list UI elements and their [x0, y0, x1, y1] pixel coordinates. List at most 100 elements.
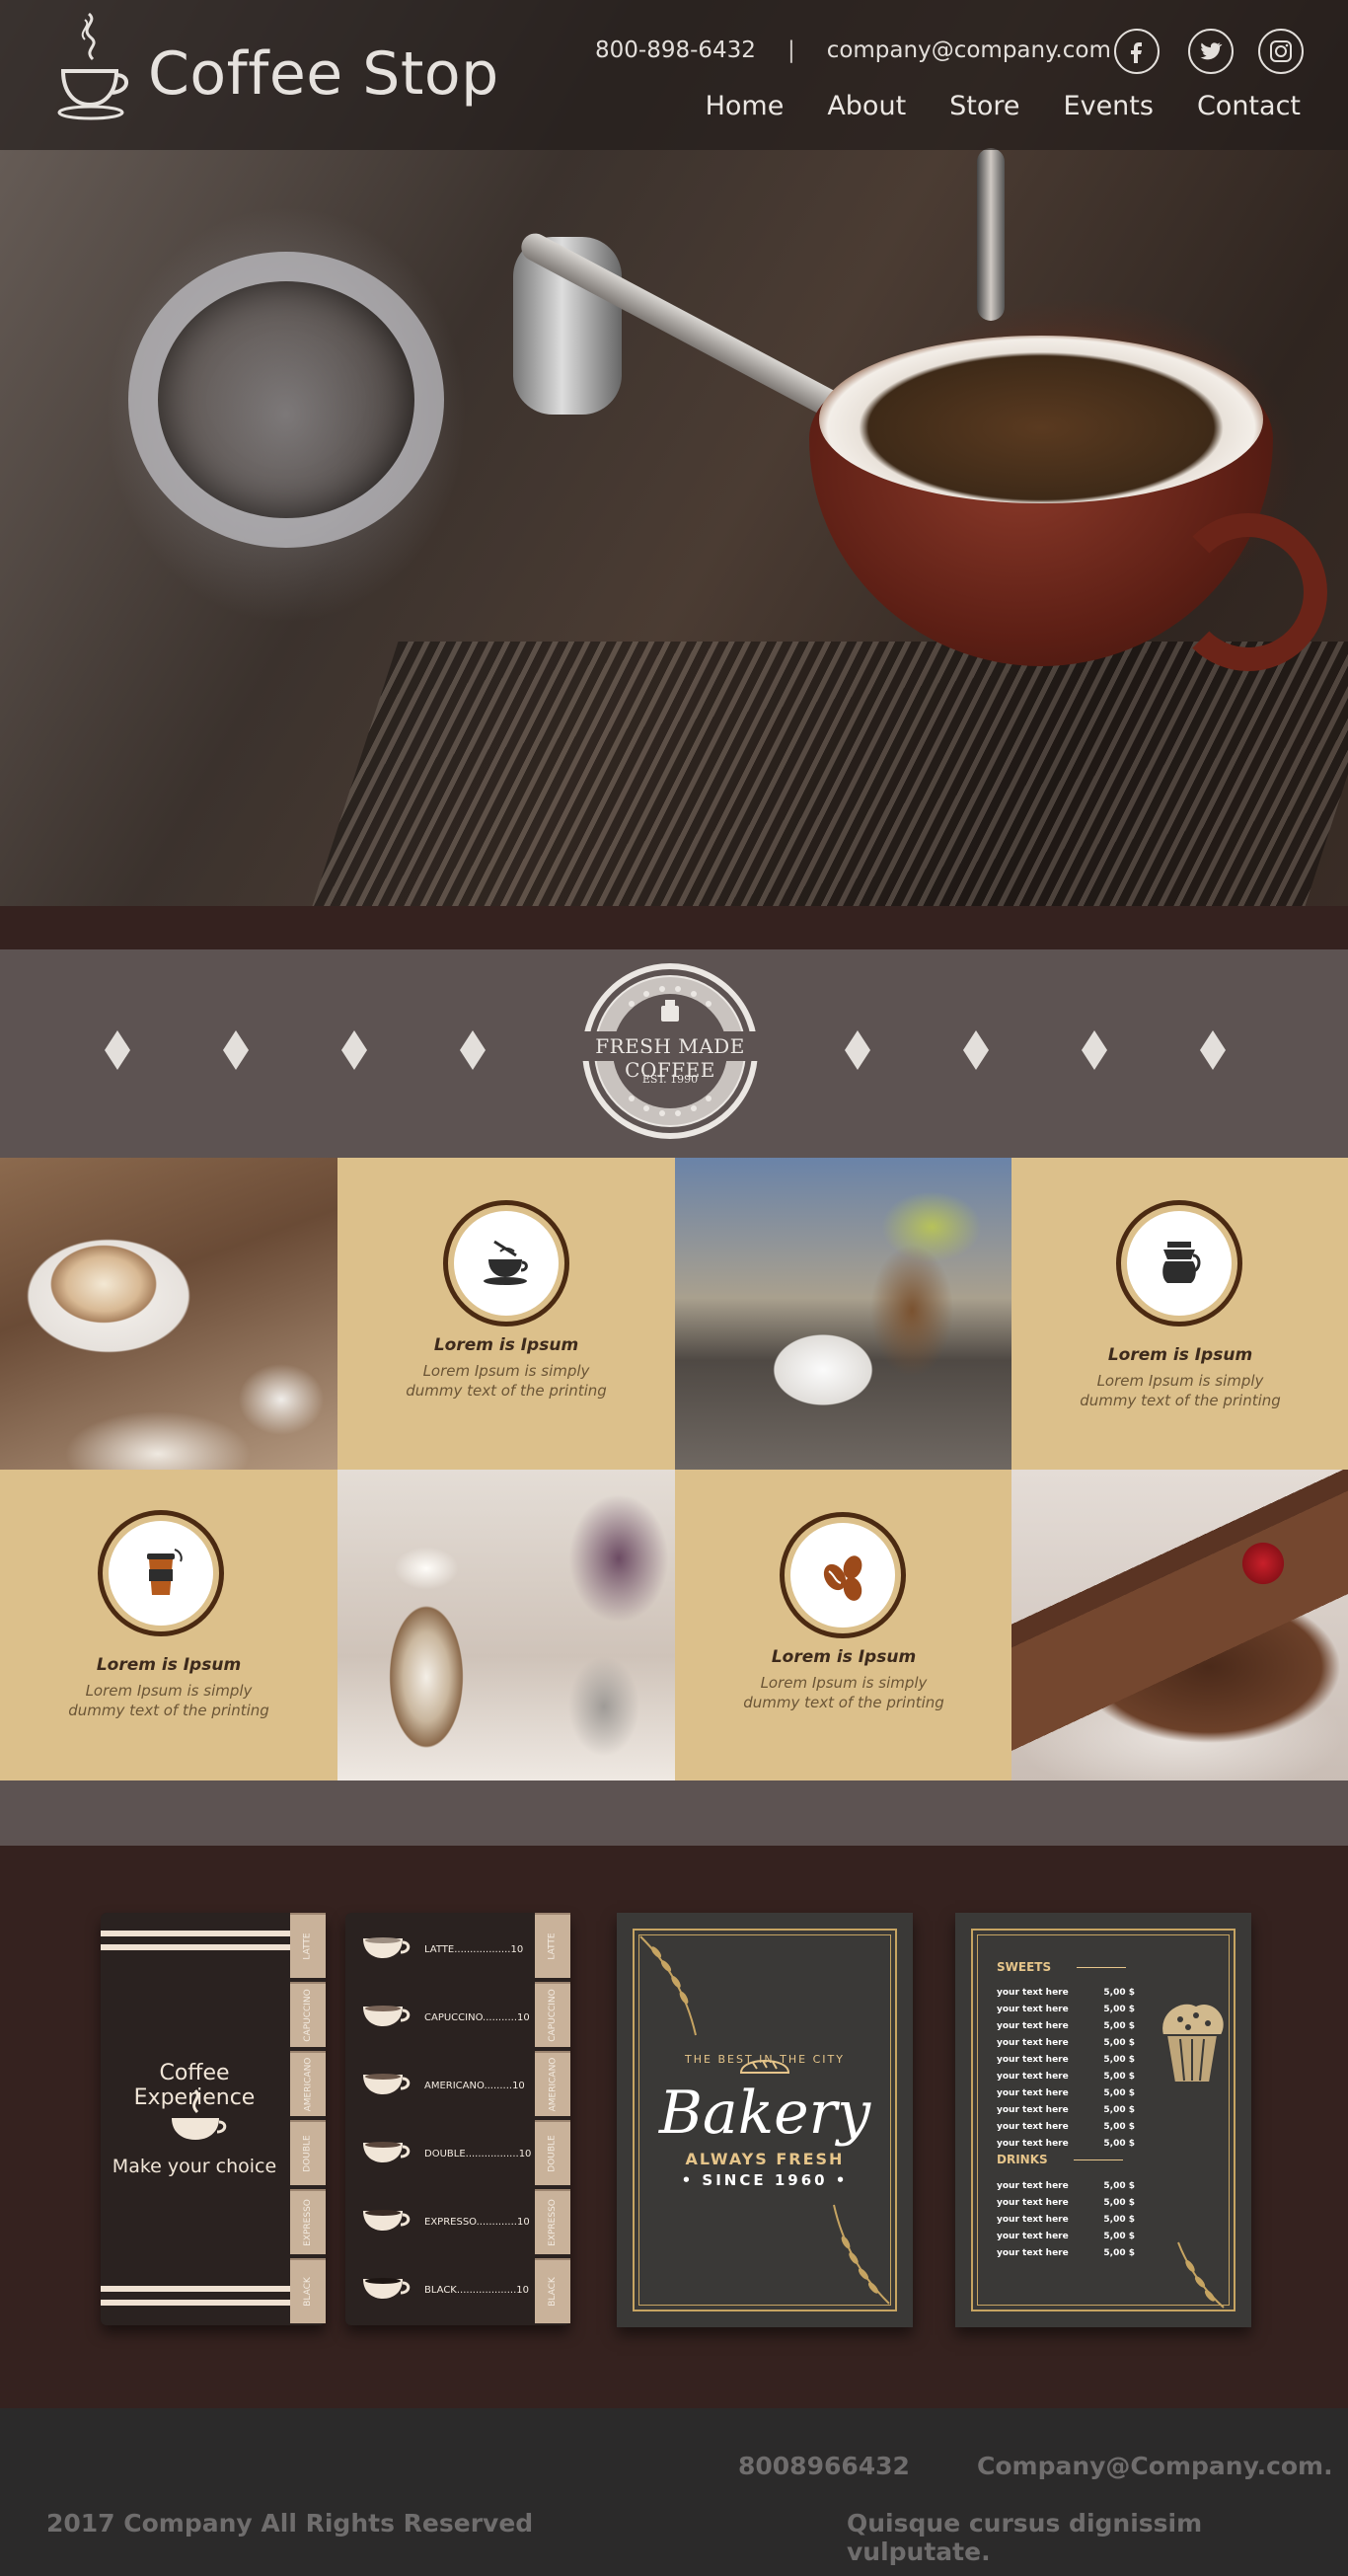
twitter-icon — [1200, 42, 1223, 60]
facebook-button[interactable] — [1114, 29, 1160, 74]
coffee-cup-handle — [1169, 513, 1327, 671]
coffee-cup-icon — [454, 1211, 559, 1316]
bread-icon — [739, 2060, 790, 2074]
latte-photo — [0, 1158, 337, 1470]
main-nav: Home About Store Events Contact — [662, 91, 1301, 121]
portafilter — [128, 252, 444, 548]
menu-tab[interactable]: AMERICANO — [290, 2051, 326, 2116]
coffee-pot-icon — [1127, 1211, 1232, 1316]
feature-text: Lorem Ipsum is simply dummy text of the … — [1080, 1372, 1281, 1409]
menu-item: LATTE.................. 10 — [359, 1934, 523, 1964]
price-row: your text here 5,00 $ — [997, 2215, 1135, 2225]
menu-tab[interactable]: AMERICANO — [535, 2051, 570, 2116]
fresh-made-coffee-badge: FRESH MADE COFFEE EST. 1990 — [562, 962, 778, 1140]
feature-text: Lorem Ipsum is simply dummy text of the … — [743, 1674, 944, 1711]
menu-item: EXPRESSO............. 10 — [359, 2207, 530, 2236]
menu-tabs: LATTE CAPUCCINO AMERICANO DOUBLE EXPRESS… — [535, 1913, 570, 2325]
price-row: your text here 5,00 $ — [997, 2139, 1135, 2149]
cup-icon — [363, 2210, 411, 2231]
menu-stripe — [101, 1944, 290, 1950]
price-row: your text here 5,00 $ — [997, 2248, 1135, 2258]
cup-icon — [363, 2278, 411, 2299]
coffee-cup-rim — [819, 336, 1263, 503]
machine-grill — [312, 642, 1348, 906]
drinks-heading: DRINKS — [997, 2153, 1123, 2166]
sweets-heading: SWEETS — [997, 1960, 1127, 1974]
espresso-spout — [977, 148, 1005, 321]
cup-icon — [363, 1937, 411, 1958]
menu-tab[interactable]: CAPUCCINO — [535, 1982, 570, 2047]
menu-tab[interactable]: LATTE — [290, 1913, 326, 1978]
price-row: your text here 5,00 $ — [997, 2198, 1135, 2208]
brand-name: Coffee Stop — [148, 39, 499, 109]
footer-tagline: Quisque cursus dignissim vulputate. — [847, 2509, 1203, 2566]
header-contact: 800-898-6432 | company@company.com — [595, 38, 1111, 63]
feature-tile: Lorem is Ipsum Lorem Ipsum is simply dum… — [0, 1470, 337, 1781]
brand-logo[interactable]: Coffee Stop — [55, 6, 499, 122]
badge-est: EST. 1990 — [641, 1073, 699, 1086]
price-list-chalkboard: SWEETS your text here 5,00 $ your text he… — [955, 1913, 1251, 2327]
price-row: your text here 5,00 $ — [997, 2105, 1135, 2115]
instagram-button[interactable] — [1258, 29, 1304, 74]
feature-title: Lorem is Ipsum — [433, 1335, 579, 1355]
header-bar: Coffee Stop 800-898-6432 | company@compa… — [0, 0, 1348, 150]
grid-bottom-band — [0, 1780, 1348, 1846]
price-row: your text here 5,00 $ — [997, 1988, 1135, 1998]
header-email[interactable]: company@company.com — [827, 38, 1111, 63]
price-row: your text here 5,00 $ — [997, 2122, 1135, 2132]
menu-stripe — [101, 1931, 290, 1936]
cup-icon — [363, 2074, 411, 2094]
price-row: your text here 5,00 $ — [997, 2072, 1135, 2082]
menu-tab[interactable]: BLACK — [290, 2258, 326, 2323]
coffee-menu-list: LATTE.................. 10 CAPUCCINO.....… — [345, 1913, 570, 2325]
twitter-button[interactable] — [1188, 29, 1234, 74]
price-row: your text here 5,00 $ — [997, 2005, 1135, 2014]
price-row: your text here 5,00 $ — [997, 2038, 1135, 2048]
price-row: your text here 5,00 $ — [997, 2021, 1135, 2031]
menu-item: AMERICANO......... 10 — [359, 2071, 525, 2100]
price-row: your text here 5,00 $ — [997, 2232, 1135, 2241]
feature-tile: Lorem is Ipsum Lorem Ipsum is simply dum… — [337, 1158, 675, 1470]
feature-title: Lorem is Ipsum — [771, 1647, 917, 1667]
feature-text: Lorem Ipsum is simply dummy text of the … — [406, 1362, 607, 1400]
bakery-chalkboard: THE BEST IN THE CITY Bakery ALWAYS FRESH… — [617, 1913, 913, 2327]
coffee-menu-cover: Coffee Experience Make your choice LATTE… — [101, 1913, 326, 2325]
menu-tab[interactable]: EXPRESSO — [290, 2189, 326, 2254]
nav-about[interactable]: About — [827, 91, 906, 121]
menu-tab[interactable]: EXPRESSO — [535, 2189, 570, 2254]
wheat-ornament-icon — [1177, 2241, 1225, 2309]
feature-tile: Lorem is Ipsum Lorem Ipsum is simply dum… — [675, 1470, 1012, 1781]
menu-cover-subtitle: Make your choice — [112, 2156, 277, 2177]
frappe-photo — [337, 1470, 675, 1781]
wheat-ornament-icon — [833, 2204, 890, 2305]
bakery-since: • SINCE 1960 • — [681, 2171, 849, 2189]
menu-tab[interactable]: LATTE — [535, 1913, 570, 1978]
nav-store[interactable]: Store — [949, 91, 1019, 121]
header-phone[interactable]: 800-898-6432 — [595, 38, 756, 63]
contact-separator: | — [786, 38, 795, 63]
chocolate-cake-photo — [1011, 1470, 1348, 1781]
menu-item: DOUBLE................. 10 — [359, 2139, 531, 2168]
price-row: your text here 5,00 $ — [997, 2181, 1135, 2191]
wheat-ornament-icon — [639, 1935, 697, 2036]
feature-text: Lorem Ipsum is simply dummy text of the … — [68, 1682, 269, 1719]
menu-tabs: LATTE CAPUCCINO AMERICANO DOUBLE EXPRESS… — [290, 1913, 326, 2325]
nav-events[interactable]: Events — [1064, 91, 1154, 121]
footer-copyright: 2017 Company All Rights Reserved — [46, 2509, 534, 2538]
footer-email[interactable]: Company@Company.com. — [977, 2452, 1333, 2480]
menu-tab[interactable]: BLACK — [535, 2258, 570, 2323]
cup-icon — [363, 2142, 411, 2162]
cup-icon — [363, 2006, 411, 2026]
price-row: your text here 5,00 $ — [997, 2055, 1135, 2065]
menu-tab[interactable]: DOUBLE — [535, 2120, 570, 2185]
footer-phone[interactable]: 8008966432 — [738, 2452, 910, 2480]
nav-contact[interactable]: Contact — [1197, 91, 1301, 121]
menu-tab[interactable]: CAPUCCINO — [290, 1982, 326, 2047]
coffee-beans-icon — [790, 1523, 895, 1628]
instagram-icon — [1270, 40, 1292, 62]
price-row: your text here 5,00 $ — [997, 2088, 1135, 2098]
nav-home[interactable]: Home — [706, 91, 785, 121]
menu-tab[interactable]: DOUBLE — [290, 2120, 326, 2185]
steaming-cup-icon — [172, 2088, 227, 2140]
menu-item: BLACK................... 10 — [359, 2275, 529, 2305]
